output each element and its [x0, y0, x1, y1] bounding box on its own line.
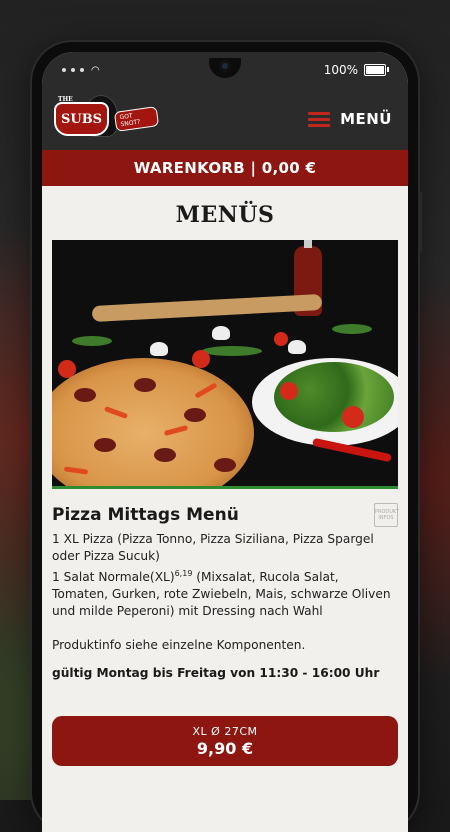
validity-text: gültig Montag bis Freitag von 11:30 - 16… [52, 666, 380, 681]
price-size: XL Ø 27CM [192, 724, 258, 738]
app-header: THE SUBS GOT SNOT? MENÜ [42, 88, 408, 150]
product-card: Pizza Mittags Menü PRODUKT INFOS 1 XL Pi… [52, 489, 399, 767]
description-line-salad: 1 Salat Normale(XL)6,19 (Mixsalat, Rucol… [52, 569, 391, 619]
logo-tag: GOT SNOT? [113, 106, 160, 132]
main-content: MENÜS Pizza Mittags Menü PRODUKT INFOS 1… [42, 202, 408, 767]
product-info-icon[interactable]: PRODUKT INFOS [374, 503, 399, 527]
hamburger-icon [308, 111, 331, 127]
page-title: MENÜS [175, 202, 275, 228]
product-description: 1 XL Pizza (Pizza Tonno, Pizza Siziliana… [52, 531, 398, 654]
price-button[interactable]: XL Ø 27CM 9,90 € [52, 716, 398, 767]
description-line-pizza: 1 XL Pizza (Pizza Tonno, Pizza Siziliana… [52, 532, 374, 563]
product-image [52, 240, 398, 489]
phone-screen: ◠ 100% THE SUBS GOT SNOT? MENÜ WARENKORB [42, 52, 408, 832]
menu-label: MENÜ [340, 110, 392, 128]
wifi-icon: ◠ [91, 64, 100, 76]
phone-side-button [418, 192, 422, 252]
phone-frame: ◠ 100% THE SUBS GOT SNOT? MENÜ WARENKORB [32, 42, 422, 832]
battery-icon [364, 64, 389, 76]
notification-dots-icon: ◠ [62, 65, 100, 76]
product-info-note: Produktinfo siehe einzelne Komponenten. [52, 638, 306, 653]
battery-percentage: 100% [323, 63, 358, 77]
subs-logo[interactable]: THE SUBS GOT SNOT? [54, 93, 160, 145]
logo-shield: THE SUBS [54, 96, 110, 136]
cart-bar[interactable]: WARENKORB | 0,00 € [42, 150, 408, 186]
pizza [52, 358, 254, 486]
rolling-pin [91, 293, 323, 323]
product-title: Pizza Mittags Menü [52, 505, 239, 525]
price-value: 9,90 € [196, 738, 254, 758]
menu-button[interactable]: MENÜ [308, 110, 392, 128]
